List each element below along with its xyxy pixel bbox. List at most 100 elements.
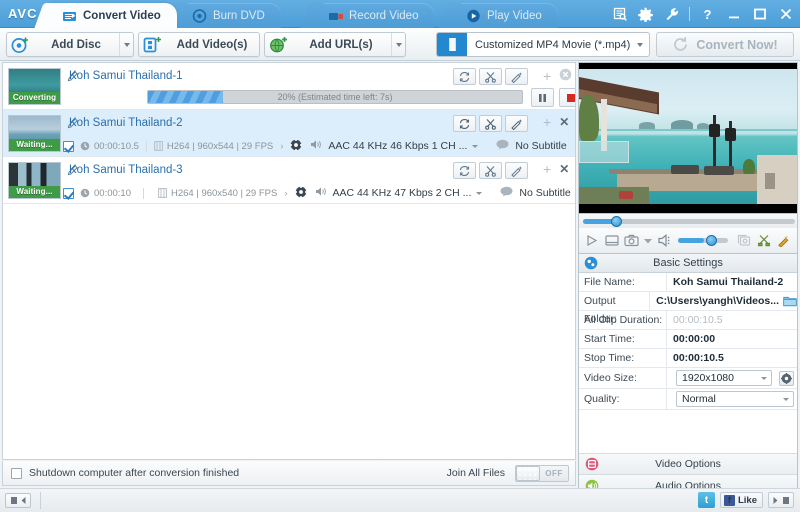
shutdown-checkbox[interactable] bbox=[11, 468, 22, 479]
list-item-title[interactable]: Koh Samui Thailand-3 bbox=[69, 164, 183, 176]
help-icon[interactable]: ? bbox=[699, 6, 716, 23]
remove-icon[interactable]: ✕ bbox=[559, 163, 569, 175]
add-url-button[interactable]: Add URL(s) bbox=[264, 32, 406, 57]
add-icon[interactable]: + bbox=[543, 69, 551, 83]
progress-bar: 20% (Estimated time left: 7s) bbox=[147, 90, 523, 104]
volume-icon[interactable] bbox=[658, 233, 673, 249]
tab-clip bbox=[300, 3, 323, 28]
settings-gear-icon[interactable] bbox=[290, 139, 302, 154]
effect-icon[interactable] bbox=[505, 115, 528, 132]
add-disc-caret-icon[interactable] bbox=[119, 33, 133, 56]
row-actions: + ✕ bbox=[543, 115, 569, 129]
setting-row-clip-duration: All Clip Duration: 00:00:10.5 bbox=[579, 311, 797, 330]
quality-select[interactable]: Normal bbox=[676, 391, 794, 407]
toolbar: Add Disc Add Video(s) bbox=[0, 28, 800, 61]
trim-icon[interactable] bbox=[479, 68, 502, 85]
pause-button[interactable] bbox=[531, 88, 554, 107]
add-disc-button[interactable]: Add Disc bbox=[6, 32, 134, 57]
list-item[interactable]: Waiting... Koh Samui Thailand-3 00:00:10 bbox=[3, 157, 575, 204]
audio-caret-icon[interactable] bbox=[472, 145, 478, 148]
list-item-title[interactable]: Koh Samui Thailand-2 bbox=[69, 117, 183, 129]
profile-caret-icon[interactable] bbox=[630, 33, 649, 56]
setting-value[interactable]: 00:00:00 bbox=[667, 330, 797, 348]
list-item[interactable]: Converting Koh Samui Thailand-1 bbox=[3, 63, 575, 110]
tab-clip bbox=[438, 3, 461, 28]
stop-button[interactable] bbox=[559, 88, 576, 107]
basic-settings-panel: Basic Settings File Name: Koh Samui Thai… bbox=[578, 254, 798, 497]
seek-handle[interactable] bbox=[611, 216, 622, 227]
tab-convert-video[interactable]: Convert Video bbox=[48, 3, 177, 28]
trim-icon[interactable] bbox=[479, 115, 502, 132]
convert-now-button[interactable]: Convert Now! bbox=[656, 32, 794, 57]
setting-row-output-folder: Output Folder: C:\Users\yangh\Videos... bbox=[579, 292, 797, 311]
add-icon[interactable]: + bbox=[543, 162, 551, 176]
video-size-select[interactable]: 1920x1080 bbox=[676, 370, 772, 386]
log-icon[interactable] bbox=[611, 6, 628, 23]
seek-bar[interactable] bbox=[578, 214, 798, 228]
add-video-button[interactable]: Add Video(s) bbox=[138, 32, 260, 57]
rotate-icon[interactable] bbox=[453, 115, 476, 132]
volume-slider[interactable] bbox=[678, 238, 728, 243]
trim-icon[interactable] bbox=[479, 162, 502, 179]
remove-icon[interactable] bbox=[559, 68, 572, 84]
close-icon[interactable] bbox=[777, 6, 794, 23]
divider bbox=[689, 7, 690, 21]
browse-folder-icon[interactable] bbox=[783, 295, 797, 307]
play-icon[interactable] bbox=[584, 233, 599, 249]
facebook-like-button[interactable]: f Like bbox=[720, 492, 763, 508]
subtitle-label[interactable]: No Subtitle bbox=[519, 187, 570, 199]
list-item-title[interactable]: Koh Samui Thailand-1 bbox=[69, 70, 183, 82]
remove-icon[interactable]: ✕ bbox=[559, 116, 569, 128]
view-mode-toggle[interactable] bbox=[768, 492, 794, 508]
panel-collapse-button[interactable] bbox=[5, 493, 31, 508]
setting-row-file-name: File Name: Koh Samui Thailand-2 bbox=[579, 273, 797, 292]
twitter-icon[interactable]: t bbox=[698, 492, 715, 508]
setting-value[interactable]: 00:00:10.5 bbox=[667, 349, 797, 367]
snapshot-icon[interactable] bbox=[624, 233, 639, 249]
tab-burn-dvd[interactable]: Burn DVD bbox=[178, 3, 281, 28]
stop-icon[interactable] bbox=[604, 233, 619, 249]
video-options-icon bbox=[585, 457, 599, 471]
video-options-row[interactable]: Video Options bbox=[579, 454, 797, 475]
setting-key: Start Time: bbox=[579, 330, 667, 348]
row-actions: + bbox=[543, 68, 572, 84]
select-checkbox[interactable] bbox=[63, 188, 74, 199]
volume-fill bbox=[678, 238, 704, 243]
list-item[interactable]: Waiting... Koh Samui Thailand-2 00:00:10… bbox=[3, 110, 575, 157]
tab-play-video[interactable]: Play Video bbox=[452, 3, 558, 28]
maximize-icon[interactable] bbox=[751, 6, 768, 23]
shutdown-label: Shutdown computer after conversion finis… bbox=[29, 467, 239, 479]
file-list[interactable]: Converting Koh Samui Thailand-1 bbox=[2, 62, 576, 460]
video-size-settings-icon[interactable] bbox=[779, 371, 794, 386]
arrow-left-icon bbox=[20, 496, 27, 505]
clone-icon[interactable] bbox=[737, 233, 752, 249]
output-profile-select[interactable]: Customized MP4 Movie (*.mp4) bbox=[436, 32, 650, 57]
setting-value[interactable]: Koh Samui Thailand-2 bbox=[667, 273, 797, 291]
add-icon[interactable]: + bbox=[543, 115, 551, 129]
subtitle-label[interactable]: No Subtitle bbox=[515, 140, 566, 152]
effect-icon[interactable] bbox=[777, 233, 792, 249]
right-panel: Basic Settings File Name: Koh Samui Thai… bbox=[578, 62, 798, 486]
wrench-icon[interactable] bbox=[663, 6, 680, 23]
progress-label: 20% (Estimated time left: 7s) bbox=[148, 91, 522, 103]
cut-icon[interactable] bbox=[757, 233, 772, 249]
audio-track-label[interactable]: AAC 44 KHz 46 Kbps 1 CH ... bbox=[328, 140, 467, 152]
select-checkbox[interactable] bbox=[63, 141, 74, 152]
volume-handle[interactable] bbox=[706, 235, 717, 246]
rotate-icon[interactable] bbox=[453, 68, 476, 85]
gear-icon[interactable] bbox=[637, 6, 654, 23]
video-preview[interactable] bbox=[578, 62, 798, 214]
effect-icon[interactable] bbox=[505, 162, 528, 179]
join-all-files-toggle[interactable]: OFF bbox=[515, 465, 569, 482]
minimize-icon[interactable] bbox=[725, 6, 742, 23]
tab-record-video[interactable]: Record Video bbox=[314, 3, 434, 28]
settings-gear-icon[interactable] bbox=[295, 186, 307, 201]
audio-caret-icon[interactable] bbox=[476, 192, 482, 195]
add-url-caret-icon[interactable] bbox=[391, 33, 405, 56]
audio-speaker-icon bbox=[310, 139, 322, 153]
effect-icon[interactable] bbox=[505, 68, 528, 85]
setting-value[interactable]: C:\Users\yangh\Videos... bbox=[656, 295, 779, 307]
rotate-icon[interactable] bbox=[453, 162, 476, 179]
audio-track-label[interactable]: AAC 44 KHz 47 Kbps 2 CH ... bbox=[333, 187, 472, 199]
snapshot-caret-icon[interactable] bbox=[644, 233, 652, 249]
